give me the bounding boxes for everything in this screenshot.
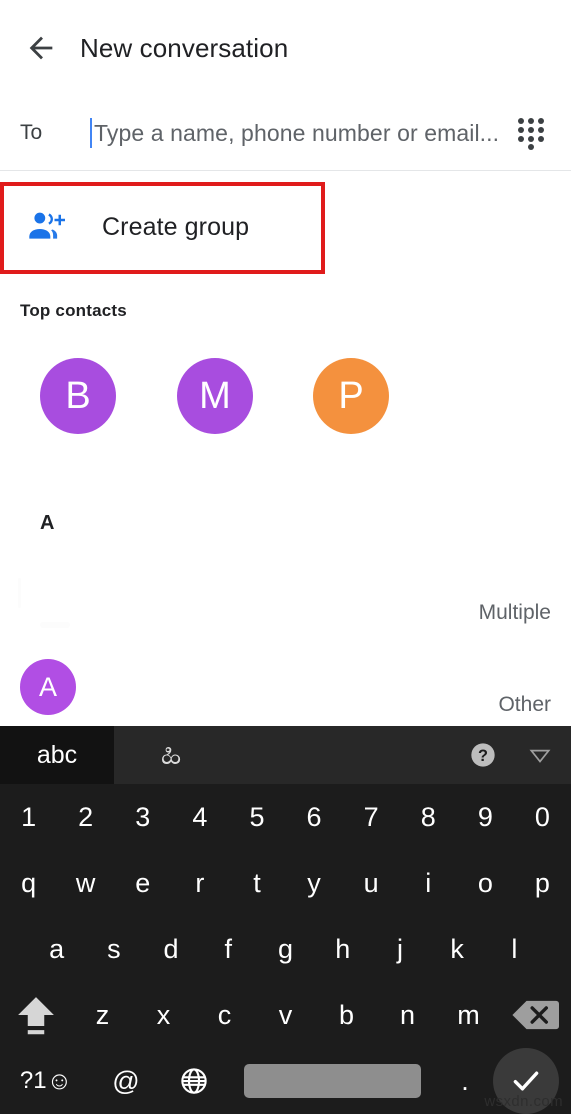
key-s[interactable]: s bbox=[85, 916, 142, 982]
key-c[interactable]: c bbox=[194, 982, 255, 1048]
key-g[interactable]: g bbox=[257, 916, 314, 982]
symbols-key-label: ?1 bbox=[19, 1067, 47, 1094]
keyboard-toolbar: abc ಹಿ ? bbox=[0, 726, 571, 784]
top-contact-avatar[interactable]: B bbox=[40, 358, 116, 434]
key-0[interactable]: 0 bbox=[514, 784, 571, 850]
key-d[interactable]: d bbox=[142, 916, 199, 982]
person-add-icon bbox=[29, 212, 65, 239]
keyboard-row-numbers: 1234567890 bbox=[0, 784, 571, 850]
top-contact-avatar[interactable]: P bbox=[313, 358, 389, 434]
keyboard-row-qwerty: qwertyuiop bbox=[0, 850, 571, 916]
contacts-alpha-header: A bbox=[40, 512, 55, 534]
recipient-input-placeholder: Type a name, phone number or email... bbox=[94, 119, 500, 146]
key-4[interactable]: 4 bbox=[171, 784, 228, 850]
key-5[interactable]: 5 bbox=[228, 784, 285, 850]
key-9[interactable]: 9 bbox=[457, 784, 514, 850]
app-bar: New conversation bbox=[0, 0, 571, 96]
redacted-contact-name bbox=[18, 578, 21, 608]
page-title: New conversation bbox=[80, 32, 289, 63]
to-label: To bbox=[20, 121, 43, 144]
key-y[interactable]: y bbox=[286, 850, 343, 916]
contact-type-label: Other bbox=[498, 693, 551, 716]
key-8[interactable]: 8 bbox=[400, 784, 457, 850]
person-add-icon-wrap bbox=[22, 210, 70, 244]
keyboard-language-script-button[interactable]: ಹಿ bbox=[114, 726, 228, 784]
back-button[interactable] bbox=[14, 21, 68, 75]
language-switch-key[interactable] bbox=[160, 1066, 228, 1096]
period-key[interactable]: . bbox=[437, 1066, 493, 1097]
to-field-row: To Type a name, phone number or email... bbox=[0, 96, 571, 170]
key-3[interactable]: 3 bbox=[114, 784, 171, 850]
top-contact-avatar[interactable]: M bbox=[177, 358, 253, 434]
key-w[interactable]: w bbox=[57, 850, 114, 916]
recipient-input[interactable]: Type a name, phone number or email... bbox=[90, 109, 505, 157]
key-r[interactable]: r bbox=[171, 850, 228, 916]
spacebar-key[interactable] bbox=[244, 1064, 421, 1098]
contact-avatar[interactable]: A bbox=[20, 659, 76, 715]
keyboard-collapse-button[interactable] bbox=[509, 726, 571, 784]
key-o[interactable]: o bbox=[457, 850, 514, 916]
new-conversation-screen: New conversation To Type a name, phone n… bbox=[0, 0, 571, 1114]
globe-icon bbox=[181, 1068, 207, 1094]
keyboard-key-rows: 1234567890 qwertyuiop asdfghjkl zxcvbnm bbox=[0, 784, 571, 1114]
key-k[interactable]: k bbox=[429, 916, 486, 982]
keyboard-row-zxcv: zxcvbnm bbox=[0, 982, 571, 1048]
avatar-initial: M bbox=[199, 374, 231, 417]
smiley-icon: ☺ bbox=[46, 1066, 73, 1095]
watermark: wsxdn.com bbox=[484, 1093, 563, 1110]
backspace-icon bbox=[512, 1000, 559, 1030]
backspace-key[interactable] bbox=[499, 982, 571, 1048]
key-p[interactable]: p bbox=[514, 850, 571, 916]
key-a[interactable]: a bbox=[28, 916, 85, 982]
zxcv-key-group: zxcvbnm bbox=[72, 982, 499, 1048]
svg-text:?: ? bbox=[478, 747, 488, 765]
help-circle-icon: ? bbox=[471, 743, 495, 767]
key-j[interactable]: j bbox=[371, 916, 428, 982]
key-t[interactable]: t bbox=[228, 850, 285, 916]
avatar-initial: B bbox=[65, 374, 91, 417]
key-n[interactable]: n bbox=[377, 982, 438, 1048]
top-contacts-avatar-row: B M P bbox=[0, 358, 571, 434]
key-6[interactable]: 6 bbox=[286, 784, 343, 850]
arrow-left-icon bbox=[29, 36, 53, 60]
key-1[interactable]: 1 bbox=[0, 784, 57, 850]
avatar-initial: P bbox=[338, 374, 364, 417]
keyboard-row-asdf: asdfghjkl bbox=[0, 916, 571, 982]
keyboard-help-button[interactable]: ? bbox=[457, 726, 509, 784]
key-q[interactable]: q bbox=[0, 850, 57, 916]
key-v[interactable]: v bbox=[255, 982, 316, 1048]
create-group-label: Create group bbox=[102, 212, 250, 241]
create-group-row[interactable]: Create group bbox=[0, 181, 571, 273]
key-f[interactable]: f bbox=[200, 916, 257, 982]
key-7[interactable]: 7 bbox=[343, 784, 400, 850]
dialpad-button[interactable] bbox=[505, 107, 557, 159]
dialpad-icon bbox=[518, 118, 544, 150]
shift-arrow-icon bbox=[18, 997, 54, 1035]
key-m[interactable]: m bbox=[438, 982, 499, 1048]
text-caret bbox=[90, 118, 92, 148]
key-x[interactable]: x bbox=[133, 982, 194, 1048]
contact-type-label: Multiple bbox=[478, 601, 551, 624]
key-2[interactable]: 2 bbox=[57, 784, 114, 850]
symbols-key[interactable]: ?1 ☺ bbox=[0, 1067, 92, 1096]
key-u[interactable]: u bbox=[343, 850, 400, 916]
redacted-contact-detail bbox=[40, 622, 70, 628]
key-i[interactable]: i bbox=[400, 850, 457, 916]
at-key[interactable]: @ bbox=[92, 1066, 160, 1097]
header-divider bbox=[0, 170, 571, 171]
keyboard-language-abc-button[interactable]: abc bbox=[0, 726, 114, 784]
top-contacts-section-label: Top contacts bbox=[20, 301, 127, 320]
key-e[interactable]: e bbox=[114, 850, 171, 916]
on-screen-keyboard: abc ಹಿ ? 1234567890 qwertyuiop asdfghjkl bbox=[0, 726, 571, 1114]
key-z[interactable]: z bbox=[72, 982, 133, 1048]
chevron-down-triangle-icon bbox=[529, 749, 551, 763]
key-h[interactable]: h bbox=[314, 916, 371, 982]
key-l[interactable]: l bbox=[486, 916, 543, 982]
shift-key[interactable] bbox=[0, 982, 72, 1048]
key-b[interactable]: b bbox=[316, 982, 377, 1048]
avatar-initial: A bbox=[38, 671, 57, 702]
